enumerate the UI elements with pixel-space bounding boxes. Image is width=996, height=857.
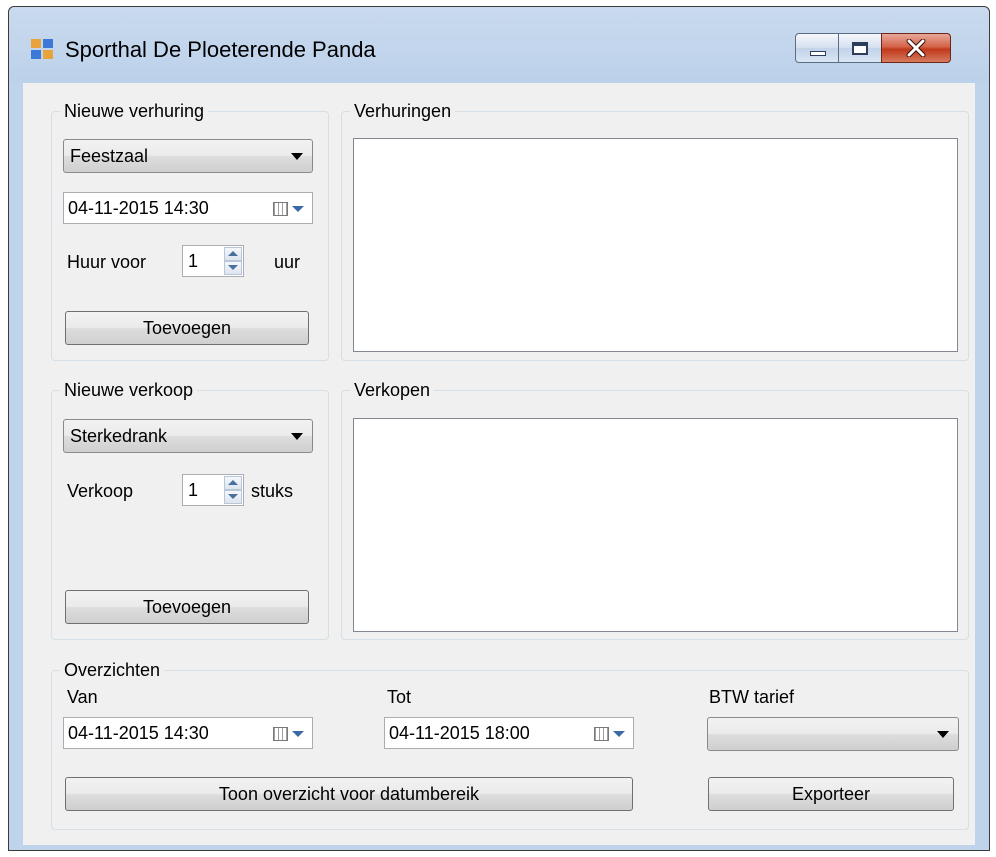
chevron-down-icon [291, 153, 303, 160]
minimize-button[interactable] [795, 33, 839, 63]
chevron-down-icon [613, 731, 625, 737]
group-title: Verhuringen [350, 100, 456, 122]
group-title: Nieuwe verhuring [60, 100, 209, 122]
hours-value: 1 [188, 251, 199, 271]
quantity-stepper[interactable]: 1 [182, 474, 244, 506]
close-icon [906, 39, 926, 57]
spin-down-button[interactable] [224, 261, 242, 275]
group-verhuringen: Verhuringen [341, 100, 969, 361]
add-sale-button[interactable]: Toevoegen [65, 590, 309, 624]
group-nieuwe-verkoop: Nieuwe verkoop Sterkedrank Verkoop 1 stu… [51, 379, 329, 640]
chevron-down-icon [292, 731, 304, 737]
chevron-down-icon [291, 433, 303, 440]
arrow-up-icon [228, 251, 238, 256]
group-verkopen: Verkopen [341, 379, 969, 640]
app-icon [31, 39, 55, 61]
spin-up-button[interactable] [224, 247, 242, 261]
arrow-down-icon [228, 494, 238, 499]
from-date-picker[interactable]: 04-11-2015 14:30 [63, 717, 313, 749]
group-nieuwe-verhuring: Nieuwe verhuring Feestzaal 04-11-2015 14… [51, 100, 329, 361]
hours-stepper[interactable]: 1 [182, 245, 244, 277]
restore-icon [852, 42, 868, 55]
minimize-icon [810, 51, 826, 56]
selected-value: Feestzaal [70, 146, 149, 166]
date-value: 04-11-2015 14:30 [68, 198, 209, 218]
chevron-down-icon [292, 206, 304, 212]
group-title: Nieuwe verkoop [60, 379, 198, 401]
verkoop-label: Verkoop [67, 481, 134, 501]
maximize-button[interactable] [838, 33, 882, 63]
calendar-icon [273, 727, 288, 741]
group-title: Verkopen [350, 379, 435, 401]
sales-list[interactable] [353, 418, 958, 632]
tot-label: Tot [387, 687, 412, 707]
group-overzichten: Overzichten Van 04-11-2015 14:30 Tot 04-… [51, 659, 969, 830]
calendar-icon [594, 727, 609, 741]
client-area: Nieuwe verhuring Feestzaal 04-11-2015 14… [23, 83, 975, 845]
add-rental-button[interactable]: Toevoegen [65, 311, 309, 345]
quantity-value: 1 [188, 480, 199, 500]
date-value: 04-11-2015 14:30 [68, 723, 209, 743]
main-window: Sporthal De Ploeterende Panda Nieuwe ver… [8, 6, 990, 851]
date-value: 04-11-2015 18:00 [389, 723, 530, 743]
calendar-icon [273, 202, 288, 216]
group-title: Overzichten [60, 659, 165, 681]
btw-label: BTW tarief [709, 687, 795, 707]
van-label: Van [67, 687, 98, 707]
stuks-label: stuks [251, 481, 294, 501]
huur-voor-label: Huur voor [67, 252, 147, 272]
arrow-down-icon [228, 265, 238, 270]
window-title: Sporthal De Ploeterende Panda [65, 37, 376, 62]
chevron-down-icon [937, 731, 949, 738]
export-button[interactable]: Exporteer [708, 777, 954, 811]
to-date-picker[interactable]: 04-11-2015 18:00 [384, 717, 634, 749]
product-select[interactable]: Sterkedrank [63, 419, 313, 453]
close-button[interactable] [881, 33, 951, 63]
vat-rate-select[interactable] [707, 717, 959, 751]
title-bar[interactable]: Sporthal De Ploeterende Panda [9, 7, 989, 83]
spin-up-button[interactable] [224, 476, 242, 490]
selected-value: Sterkedrank [70, 426, 168, 446]
rentals-list[interactable] [353, 138, 958, 352]
spin-buttons [224, 476, 242, 504]
arrow-up-icon [228, 480, 238, 485]
spin-down-button[interactable] [224, 490, 242, 504]
rental-room-select[interactable]: Feestzaal [63, 139, 313, 173]
show-overview-button[interactable]: Toon overzicht voor datumbereik [65, 777, 633, 811]
rental-date-picker[interactable]: 04-11-2015 14:30 [63, 192, 313, 224]
spin-buttons [224, 247, 242, 275]
uur-label: uur [274, 252, 301, 272]
